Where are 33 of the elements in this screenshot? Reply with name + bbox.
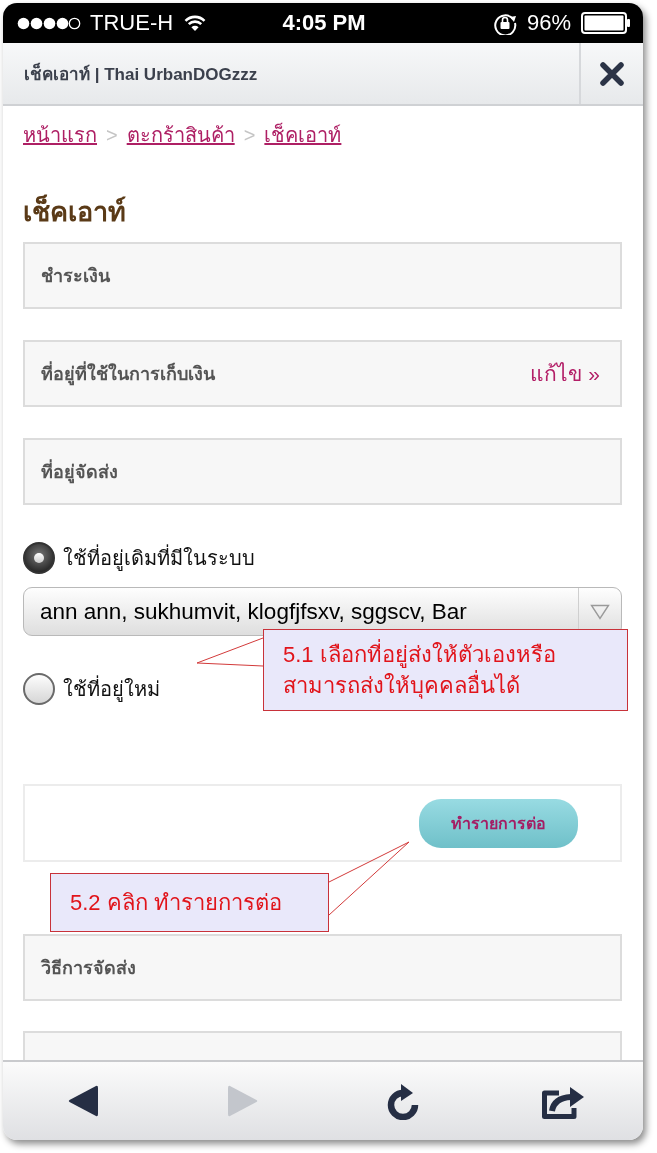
rotation-lock-icon (492, 11, 517, 35)
breadcrumb-link[interactable]: หน้าแรก (23, 120, 97, 150)
left-triangle-icon (68, 1085, 98, 1117)
radio-button[interactable] (23, 673, 55, 705)
close-icon (600, 61, 624, 86)
continue-button[interactable]: ทำรายการต่อ (419, 798, 578, 848)
page-title: เช็คเอาท์ | Thai UrbanDOGzzz (23, 62, 259, 86)
reload-icon (386, 1082, 420, 1120)
section-title: วิธีการจัดส่ง (41, 957, 136, 980)
section-title: ที่อยู่ที่ใช้ในการเก็บเงิน (41, 359, 215, 388)
option-label[interactable]: ใช้ที่อยู่เดิมที่มีในระบบ (63, 542, 255, 574)
signal-icon (17, 16, 81, 30)
wifi-icon (184, 15, 207, 31)
breadcrumb-link[interactable]: ตะกร้าสินค้า (126, 120, 235, 150)
edit-link[interactable]: แก้ไข » (530, 357, 600, 390)
breadcrumb-separator: > (106, 123, 118, 148)
right-triangle-icon (228, 1085, 258, 1117)
section-title: ชำระเงิน (41, 265, 110, 288)
annotation-callout: 5.2 คลิก ทำรายการต่อ (50, 873, 329, 932)
leader-line (195, 634, 263, 668)
breadcrumb-separator: > (243, 123, 256, 148)
battery-percent: 96% (526, 10, 571, 36)
page-heading: เช็คเอาท์ (23, 192, 622, 232)
battery-icon (581, 12, 631, 34)
breadcrumb-link[interactable]: เช็คเอาท์ (264, 120, 342, 150)
section-title: ที่อยู่จัดส่ง (41, 457, 118, 486)
clock-time: 4:05 PM (282, 10, 366, 36)
address-dropdown[interactable]: ann ann, sukhumvit, klogfjfsxv, sggscv, Bar (23, 587, 622, 636)
radio-button[interactable] (23, 542, 55, 574)
carrier-name: TRUE-H (90, 10, 174, 36)
option-label[interactable]: ใช้ที่อยู่ใหม่ (63, 673, 160, 705)
dropdown-caret-icon (590, 603, 610, 620)
annotation-callout: 5.1 เลือกที่อยู่ส่งให้ตัวเองหรือ สามารถส่งให้บุคคลอื่นได้ (263, 629, 628, 711)
